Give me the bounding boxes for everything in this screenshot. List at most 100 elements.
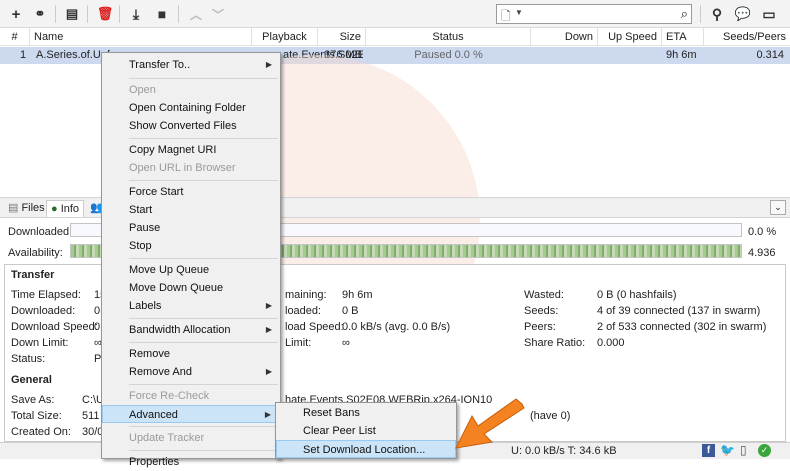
menu-item-update-tracker[interactable]: Update Tracker [102, 429, 280, 447]
facebook-icon[interactable]: f [702, 444, 715, 457]
general-section-title: General [11, 374, 52, 386]
availability-label: Availability: [8, 247, 63, 259]
menu-item-open[interactable]: Open [102, 81, 280, 99]
share-ratio-value: 0.000 [597, 337, 625, 349]
toolbar-separator [178, 5, 179, 23]
menu-item-stop[interactable]: Stop [102, 237, 280, 255]
row-eta: 9h 6m [666, 49, 697, 61]
col-up-speed[interactable]: Up Speed [598, 28, 662, 46]
download-icon[interactable]: ⤓ [126, 4, 146, 24]
remove-icon[interactable]: 🗑 [95, 4, 115, 24]
menu-item-start[interactable]: Start [102, 201, 280, 219]
phone-icon[interactable]: ▯ [740, 443, 747, 457]
menu-item-force-start[interactable]: Force Start [102, 183, 280, 201]
menu-item-advanced[interactable]: Advanced ▶ [102, 405, 280, 423]
check-status-icon: ✓ [758, 444, 771, 457]
downloaded-stat-label: Downloaded: [11, 305, 76, 317]
col-eta[interactable]: ETA [662, 28, 704, 46]
menu-item-remove[interactable]: Remove [102, 345, 280, 363]
total-size-label: Total Size: [11, 410, 62, 422]
col-name[interactable]: Name [30, 28, 252, 46]
time-elapsed-label: Time Elapsed: [11, 289, 81, 301]
col-size[interactable]: Size [318, 28, 366, 46]
menu-item-open-containing-folder[interactable]: Open Containing Folder [102, 99, 280, 117]
collapse-panel-button[interactable]: ⌄ [770, 200, 786, 215]
menu-separator [129, 180, 278, 181]
menu-item-bandwidth-allocation[interactable]: Bandwidth Allocation ▶ [102, 321, 280, 339]
column-header-row: # Name Playback Size Status Down Speed U… [0, 28, 790, 61]
uploaded-value: 0 B [342, 305, 359, 317]
twitter-icon[interactable]: 🐦 [720, 443, 735, 457]
move-up-icon[interactable]: ︿ [186, 4, 206, 24]
save-as-label: Save As: [11, 394, 55, 406]
add-icon[interactable]: + [6, 4, 26, 24]
downloaded-stat-value: 0 [94, 305, 101, 317]
submenu-arrow-icon: ▶ [265, 301, 272, 310]
created-on-label: Created On: [11, 426, 71, 438]
col-seeds-peers[interactable]: Seeds/Peers [704, 28, 790, 46]
context-menu: Transfer To.. ▶ Open Open Containing Fold… [101, 52, 281, 468]
stop-icon[interactable]: ■ [152, 4, 172, 24]
menu-item-reset-bans[interactable]: Reset Bans [276, 404, 456, 422]
menu-item-set-download-location[interactable]: Set Download Location... [276, 440, 456, 458]
menu-item-clear-peer-list[interactable]: Clear Peer List [276, 422, 456, 440]
row-number: 1 [20, 49, 27, 61]
menu-item-show-converted-files[interactable]: Show Converted Files [102, 117, 280, 135]
submenu-arrow-icon: ▶ [264, 410, 271, 419]
search-input[interactable]: 🗋 ▼ ⌕ [496, 4, 692, 24]
location-pin-icon[interactable]: ⚲ [707, 4, 727, 24]
menu-item-properties[interactable]: Properties [102, 453, 280, 471]
menu-item-force-recheck[interactable]: Force Re-Check [102, 387, 280, 405]
menu-separator [129, 78, 278, 79]
menu-item-transfer-to[interactable]: Transfer To.. ▶ [102, 56, 280, 74]
menu-separator [129, 318, 278, 319]
uploaded-label: loaded: [285, 305, 322, 317]
upload-speed-label: load Speed: [285, 321, 344, 333]
status-transfer-text: U: 0.0 kB/s T: 34.6 kB [511, 445, 617, 457]
col-status[interactable]: Status [366, 28, 531, 46]
chat-icon[interactable]: 💬 [733, 4, 753, 24]
create-torrent-icon[interactable]: ▤ [62, 4, 82, 24]
status-label: Status: [11, 353, 46, 365]
col-down-speed[interactable]: Down Speed [531, 28, 598, 61]
download-speed-label: Download Speed: [11, 321, 98, 333]
menu-separator [129, 426, 278, 427]
menu-item-pause[interactable]: Pause [102, 219, 280, 237]
peers-label: Peers: [524, 321, 556, 333]
chevron-down-icon[interactable]: ▼ [515, 8, 523, 17]
submenu-arrow-icon: ▶ [265, 367, 272, 376]
menu-item-move-down-queue[interactable]: Move Down Queue [102, 279, 280, 297]
row-name: A.Series.of.Unf [36, 49, 110, 61]
menu-item-remove-and[interactable]: Remove And ▶ [102, 363, 280, 381]
remaining-value: 9h 6m [342, 289, 373, 301]
col-playback[interactable]: Playback [252, 28, 318, 46]
share-ratio-label: Share Ratio: [524, 337, 586, 349]
menu-item-move-up-queue[interactable]: Move Up Queue [102, 261, 280, 279]
tab-files[interactable]: ▤ Files [4, 200, 49, 217]
monitor-icon[interactable]: ▭ [759, 4, 779, 24]
menu-separator [129, 258, 278, 259]
search-icon[interactable]: ⌕ [681, 6, 688, 22]
menu-item-open-url-in-browser[interactable]: Open URL in Browser [102, 159, 280, 177]
row-seeds-peers: 0.314 [756, 49, 784, 61]
annotation-arrow-icon [455, 398, 525, 449]
seeds-value: 4 of 39 connected (137 in swarm) [597, 305, 761, 317]
total-size-value-tail: (have 0) [530, 410, 571, 422]
menu-separator [129, 138, 278, 139]
row-status: Paused 0.0 % [414, 49, 483, 61]
remaining-label: maining: [285, 289, 327, 301]
transfer-section-title: Transfer [11, 269, 55, 281]
wasted-value: 0 B (0 hashfails) [597, 289, 677, 301]
col-number[interactable]: # [0, 28, 30, 46]
up-limit-value: ∞ [342, 337, 350, 349]
wasted-label: Wasted: [524, 289, 564, 301]
info-icon: ● [51, 203, 61, 215]
menu-item-copy-magnet-uri[interactable]: Copy Magnet URI [102, 141, 280, 159]
add-url-icon[interactable]: ⚭ [30, 4, 50, 24]
tab-info[interactable]: ● Info [46, 200, 85, 217]
menu-item-labels[interactable]: Labels ▶ [102, 297, 280, 315]
move-down-icon[interactable]: ﹀ [208, 4, 228, 24]
total-size-value: 511 [82, 410, 100, 422]
upload-speed-value: 0.0 kB/s (avg. 0.0 B/s) [342, 321, 451, 333]
advanced-submenu: Reset Bans Clear Peer List Set Download … [275, 402, 457, 459]
